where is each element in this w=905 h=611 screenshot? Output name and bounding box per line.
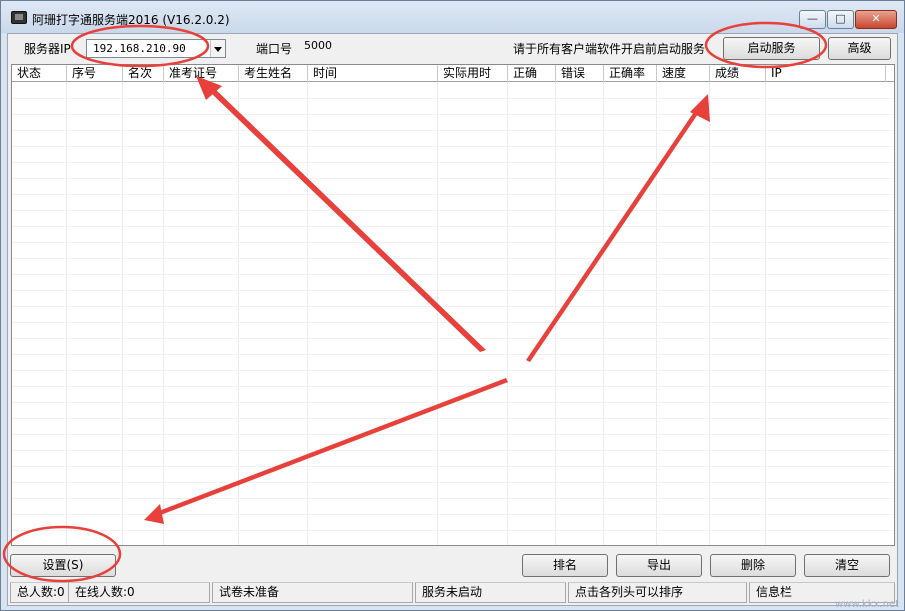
app-icon bbox=[11, 11, 27, 24]
column-header[interactable]: IP bbox=[766, 65, 886, 82]
start-service-button[interactable]: 启动服务 bbox=[723, 37, 820, 60]
main-panel: 服务器IP 192.168.210.90 端口号 5000 请于所有客户端软件开… bbox=[7, 33, 898, 606]
clear-button[interactable]: 清空 bbox=[804, 554, 890, 577]
server-ip-combo[interactable]: 192.168.210.90 bbox=[86, 39, 226, 58]
status-bar: 总人数:0 在线人数:0 试卷未准备 服务未启动 点击各列头可以排序 信息栏 bbox=[8, 580, 897, 605]
column-header[interactable]: 成绩 bbox=[710, 65, 766, 82]
server-ip-label: 服务器IP bbox=[24, 42, 71, 56]
service-hint: 请于所有客户端软件开启前启动服务 bbox=[513, 42, 706, 56]
server-ip-value: 192.168.210.90 bbox=[93, 42, 186, 55]
column-header[interactable]: 错误 bbox=[556, 65, 604, 82]
column-header[interactable]: 状态 bbox=[12, 65, 67, 82]
settings-button[interactable]: 设置(S) bbox=[10, 554, 116, 577]
column-header[interactable]: 考生姓名 bbox=[239, 65, 308, 82]
port-label: 端口号 bbox=[256, 42, 293, 56]
window-title: 阿珊打字通服务端2016 (V16.2.0.2) bbox=[32, 13, 230, 27]
rank-button[interactable]: 排名 bbox=[522, 554, 608, 577]
port-value: 5000 bbox=[304, 39, 332, 52]
column-header[interactable]: 时间 bbox=[308, 65, 438, 82]
table-header: 状态 序号 名次 准考证号 考生姓名 时间 实际用时 正确 错误 正确率 速度 成绩 IP bbox=[12, 65, 894, 82]
column-header[interactable]: 准考证号 bbox=[164, 65, 239, 82]
student-table[interactable]: 状态 序号 名次 准考证号 考生姓名 时间 实际用时 正确 错误 正确率 速度 成绩 IP bbox=[11, 64, 895, 546]
close-button[interactable]: ✕ bbox=[855, 10, 897, 29]
column-header[interactable]: 速度 bbox=[657, 65, 710, 82]
delete-button[interactable]: 删除 bbox=[710, 554, 796, 577]
status-total: 总人数:0 bbox=[10, 582, 68, 603]
column-header[interactable]: 名次 bbox=[123, 65, 164, 82]
table-gridlines bbox=[12, 82, 894, 545]
minimize-button[interactable]: — bbox=[799, 10, 826, 29]
column-header[interactable]: 正确 bbox=[508, 65, 556, 82]
app-window: 阿珊打字通服务端2016 (V16.2.0.2) — □ ✕ 服务器IP 192… bbox=[0, 0, 905, 611]
export-button[interactable]: 导出 bbox=[616, 554, 702, 577]
maximize-button[interactable]: □ bbox=[827, 10, 854, 29]
advanced-button[interactable]: 高级 bbox=[828, 37, 891, 60]
column-header[interactable]: 实际用时 bbox=[438, 65, 508, 82]
status-sort-hint: 点击各列头可以排序 bbox=[568, 582, 747, 603]
title-bar: 阿珊打字通服务端2016 (V16.2.0.2) — □ ✕ bbox=[1, 1, 904, 33]
chevron-down-icon[interactable] bbox=[210, 40, 225, 57]
column-header[interactable]: 序号 bbox=[67, 65, 123, 82]
column-header[interactable]: 正确率 bbox=[604, 65, 657, 82]
status-service: 服务未启动 bbox=[415, 582, 566, 603]
status-exam: 试卷未准备 bbox=[212, 582, 413, 603]
status-online: 在线人数:0 bbox=[68, 582, 210, 603]
watermark: www.kkx.net bbox=[835, 599, 899, 610]
